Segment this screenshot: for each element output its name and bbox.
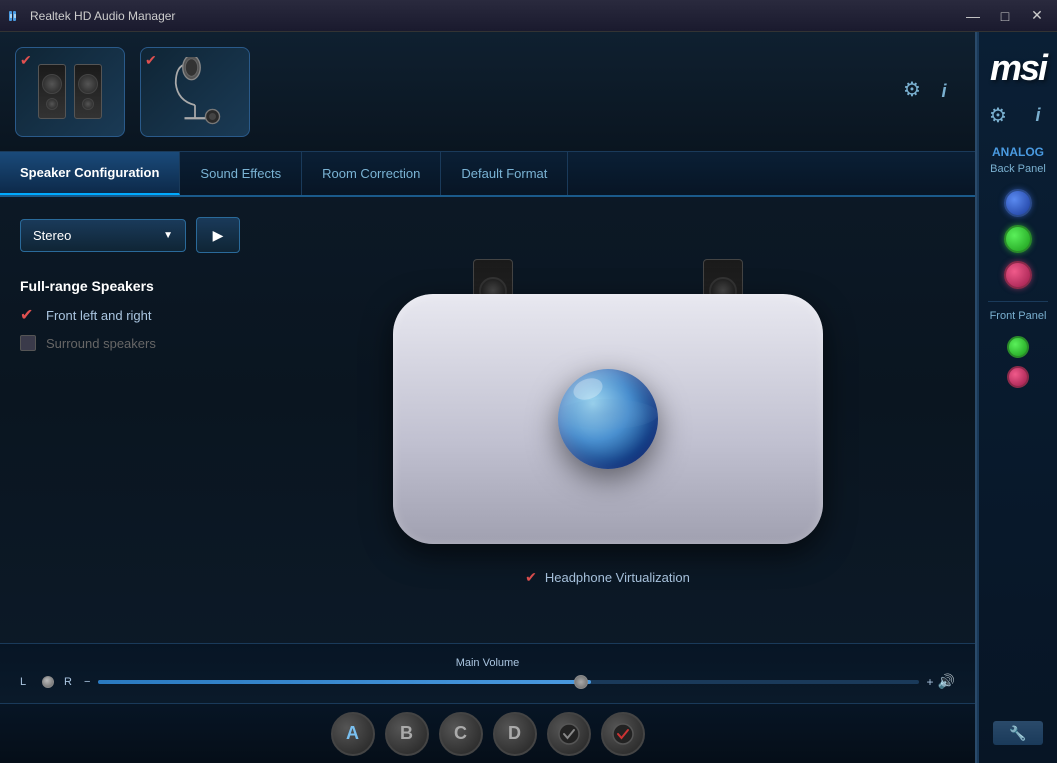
settings-gear-button[interactable]: ⚙ [896,74,928,106]
volume-label: Main Volume [456,657,520,669]
speaker-cone-large-r [78,74,98,94]
wrench-icon: 🔧 [1009,725,1026,742]
bottom-bar: A B C D [0,703,975,763]
panel-gear-button[interactable]: ⚙ [982,99,1014,131]
tab-sound-effects[interactable]: Sound Effects [180,152,302,195]
speaker-dropdown[interactable]: Stereo ▼ [20,219,186,252]
volume-speaker-icon: 🔊 [938,673,955,690]
crystal-reflection [558,399,658,429]
speaker-pair-icon [38,64,102,119]
jack-pink-back[interactable] [1004,261,1032,289]
speaker-unit-right [74,64,102,119]
volume-row: L R − + 🔊 [20,673,955,690]
speaker-unit-left [38,64,66,119]
front-panel-label: Front Panel [990,310,1047,322]
profile-button-b[interactable]: B [385,712,429,756]
volume-section: Main Volume L R − + 🔊 [0,643,975,703]
settings-wrench-button[interactable]: 🔧 [993,721,1043,745]
maximize-button[interactable]: □ [993,6,1017,26]
speaker-cone-small [46,98,58,110]
headphone-virtualization-row[interactable]: ✔ Headphone Virtualization [525,569,690,586]
panel-divider [988,301,1048,302]
speaker-cone-small-r [82,98,94,110]
speaker-diagram: ✔ Headphone Virtualization [260,217,955,623]
surround-label: Surround speakers [46,336,156,351]
microphone-icon [165,57,225,127]
settings-bottom: 🔧 [993,721,1043,753]
window-title: Realtek HD Audio Manager [30,9,961,23]
analog-label: ANALOG [992,145,1044,159]
check2-icon [612,723,634,745]
panel-controls: ⚙ i [982,99,1054,135]
speaker-cone-large [42,74,62,94]
action-button-check1[interactable] [547,712,591,756]
left-channel-label: L [20,676,32,688]
jack-blue-back[interactable] [1004,189,1032,217]
header-right: ⚙ i [896,74,960,110]
front-left-right-label: Front left and right [46,308,152,323]
msi-logo-container: msi [990,42,1046,99]
volume-slider[interactable] [98,680,918,684]
hv-check-icon: ✔ [525,569,537,586]
volume-slider-fill [98,680,590,684]
checkbox-icon-front: ✔ [20,306,38,324]
right-channel-label: R [64,676,76,688]
tabs-container: Speaker Configuration Sound Effects Room… [0,152,975,197]
profile-button-c[interactable]: C [439,712,483,756]
tab-default-format[interactable]: Default Format [441,152,568,195]
profile-button-d[interactable]: D [493,712,537,756]
jack-pink-front[interactable] [1007,366,1029,388]
header-top-controls: ⚙ i [896,74,960,110]
left-content: ⚙ i Speaker Configuration Sound Effects … [0,32,977,763]
minimize-button[interactable]: — [961,6,985,26]
tab-room-correction[interactable]: Room Correction [302,152,441,195]
jack-green-back[interactable] [1004,225,1032,253]
fullrange-title: Full-range Speakers [20,278,240,294]
chevron-down-icon: ▼ [163,230,173,241]
analog-section: ANALOG Back Panel Front Panel [988,145,1048,392]
main-container: ⚙ i Speaker Configuration Sound Effects … [0,32,1057,763]
titlebar: Realtek HD Audio Manager — □ ✕ [0,0,1057,32]
window-controls: — □ ✕ [961,6,1049,26]
content-area: Stereo ▼ ▶ Full-range Speakers ✔ Front l… [0,197,975,643]
unchecked-box-icon [20,335,36,351]
check1-icon [558,723,580,745]
device-header: ⚙ i [0,32,975,152]
volume-dash: − [84,676,90,688]
back-panel-label: Back Panel [990,163,1046,175]
volume-plus-icon: + [927,675,934,689]
info-button[interactable]: i [928,76,960,108]
check-icon: ✔ [20,305,33,325]
right-panel: msi ⚙ i ANALOG Back Panel Front Panel 🔧 [977,32,1057,763]
checkbox-front-left-right[interactable]: ✔ Front left and right [20,306,240,324]
checkbox-icon-surround [20,334,38,352]
close-button[interactable]: ✕ [1025,6,1049,26]
speakers-device-box[interactable] [15,47,125,137]
tab-speaker-configuration[interactable]: Speaker Configuration [0,152,180,195]
left-panel: Stereo ▼ ▶ Full-range Speakers ✔ Front l… [20,217,240,623]
headphone-virtualization-label: Headphone Virtualization [545,570,690,585]
fullrange-section: Full-range Speakers ✔ Front left and rig… [20,278,240,362]
speaker-select-row: Stereo ▼ ▶ [20,217,240,253]
volume-slider-thumb [574,675,588,689]
msi-logo: msi [990,47,1046,88]
titlebar-icon [8,8,24,24]
action-button-check2[interactable] [601,712,645,756]
volume-icons: + 🔊 [927,673,955,690]
play-test-button[interactable]: ▶ [196,217,240,253]
profile-button-a[interactable]: A [331,712,375,756]
panel-info-button[interactable]: i [1022,99,1054,131]
volume-knob-icon [40,674,56,690]
microphone-device-box[interactable] [140,47,250,137]
jack-green-front[interactable] [1007,336,1029,358]
checkbox-surround[interactable]: Surround speakers [20,334,240,352]
